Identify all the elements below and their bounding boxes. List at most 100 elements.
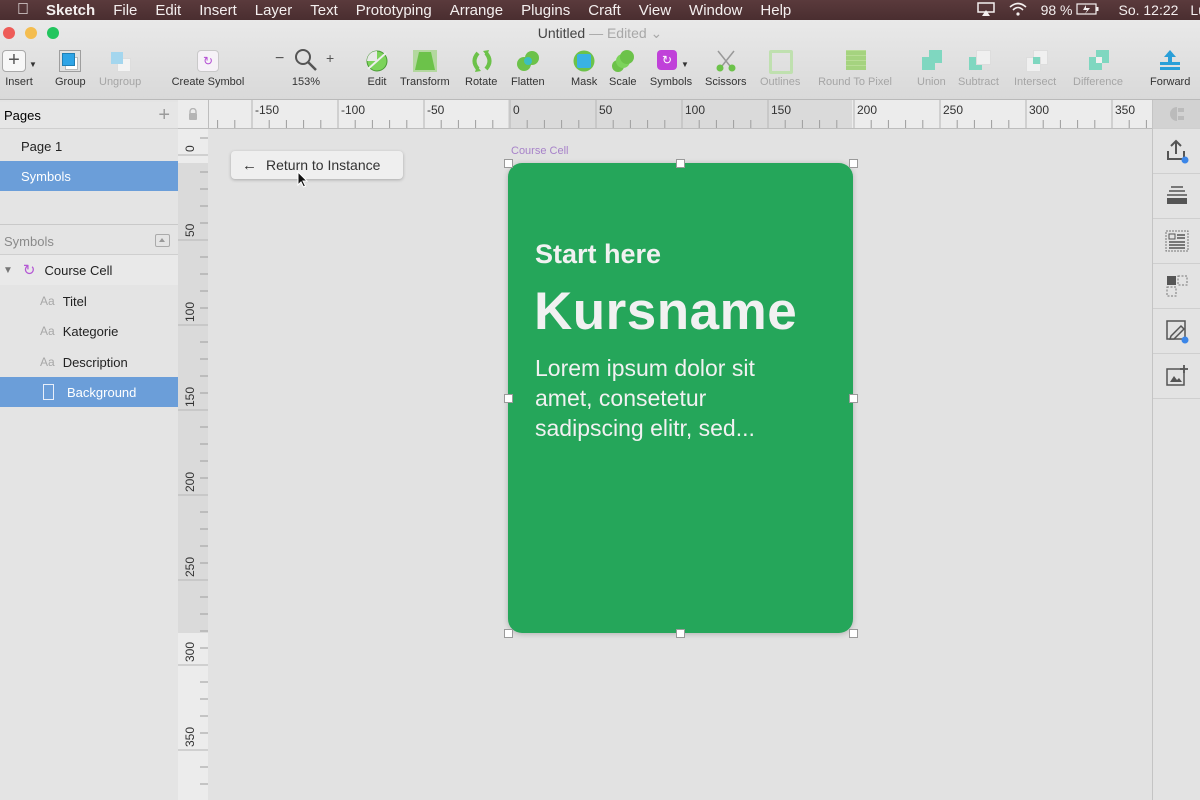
menu-craft[interactable]: Craft [588,2,621,19]
difference-button[interactable]: Difference [1073,50,1123,88]
airplay-icon[interactable] [976,1,995,19]
resize-handle-bottom[interactable] [676,629,685,638]
resize-handle-top-right[interactable] [849,159,858,168]
flatten-button[interactable]: Flatten [511,50,545,88]
zoom-in-button[interactable]: + [326,50,334,66]
panel-divider [0,224,178,225]
document-title[interactable]: Untitled — Edited ⌄ [0,25,1200,42]
layer-symbol-course-cell[interactable]: ▼ ↻ Course Cell [0,255,178,285]
menu-layer[interactable]: Layer [255,2,293,19]
page-item-symbols[interactable]: Symbols [0,161,178,191]
intersect-label: Intersect [1014,76,1057,88]
scissors-button[interactable]: Scissors [705,50,747,88]
ruler-label: 200 [183,471,197,492]
text-layout-icon[interactable] [1153,219,1200,264]
battery-icon[interactable] [1076,2,1100,18]
collapse-panel-icon[interactable] [155,234,170,247]
zoom-out-button[interactable]: − [275,50,284,68]
menu-arrange[interactable]: Arrange [450,2,503,19]
insert-label: Insert [5,76,33,88]
intersect-button[interactable]: Intersect [1014,50,1056,88]
group-button[interactable]: Group [55,50,86,88]
rotate-button[interactable]: Rotate [465,50,497,88]
ruler-label: -150 [255,103,280,117]
ruler-label: 150 [183,386,197,407]
arrow-left-icon: ← [242,156,257,174]
clock[interactable]: So. 12:22 [1118,2,1178,18]
insert-button[interactable]: + ▼ Insert [2,50,37,88]
ruler-label: -50 [427,103,445,117]
zoom-control: − + 153% [274,48,338,88]
card-kicker-text[interactable]: Start here [535,239,661,270]
forward-button[interactable]: Forward [1150,50,1190,88]
apple-menu-icon[interactable]:  [0,1,46,19]
wifi-icon[interactable] [1009,2,1027,19]
return-to-instance-button[interactable]: ← Return to Instance [231,151,403,179]
page-label: Page 1 [21,138,63,154]
artboard-title[interactable]: Course Cell [511,145,568,157]
user-menu[interactable]: Lu [1190,2,1200,18]
craft-icon[interactable] [1153,100,1200,129]
stack-icon[interactable] [1153,174,1200,219]
menu-window[interactable]: Window [689,2,742,19]
page-item-page-1[interactable]: Page 1 [0,131,178,161]
resize-handle-right[interactable] [849,394,858,403]
page-label: Symbols [21,168,71,184]
flatten-label: Flatten [511,76,545,88]
menu-edit[interactable]: Edit [155,2,181,19]
menu-text[interactable]: Text [310,2,338,19]
layer-label: Course Cell [44,262,113,278]
zoom-level[interactable]: 153% [274,76,338,88]
resize-handle-top-left[interactable] [504,159,513,168]
menu-insert[interactable]: Insert [199,2,237,19]
resize-handle-bottom-right[interactable] [849,629,858,638]
round-to-pixel-button[interactable]: Round To Pixel [815,50,895,88]
mask-button[interactable]: Mask [571,50,597,88]
subtract-button[interactable]: Subtract [958,50,999,88]
layer-item-background[interactable]: Background [0,377,178,407]
lock-icon[interactable] [188,108,198,120]
resize-handle-left[interactable] [504,394,513,403]
create-symbol-button[interactable]: ↻ Create Symbol [168,50,248,88]
forward-label: Forward [1150,76,1191,88]
resize-handle-bottom-left[interactable] [504,629,513,638]
ungroup-button[interactable]: Ungroup [99,50,141,88]
menu-view[interactable]: View [639,2,671,19]
scale-button[interactable]: Scale [609,50,637,88]
menu-file[interactable]: File [113,2,137,19]
menu-prototyping[interactable]: Prototyping [356,2,432,19]
scissors-icon [714,50,738,72]
outlines-button[interactable]: Outlines [760,50,800,88]
magnifier-icon [294,48,318,75]
text-layer-icon: Aa [40,355,55,369]
symbols-button[interactable]: ↻ ▼ Symbols [649,50,693,88]
union-button[interactable]: Union [917,50,946,88]
chevron-down-icon[interactable]: ⌄ [651,25,663,41]
course-cell-card[interactable]: Start here Kursname Lorem ipsum dolor si… [508,163,853,633]
layer-item-kategorie[interactable]: Aa Kategorie [0,316,178,346]
union-label: Union [917,76,946,88]
transform-button[interactable]: Transform [400,50,450,88]
resize-handle-top[interactable] [676,159,685,168]
add-page-button[interactable]: + [158,102,170,128]
layer-item-titel[interactable]: Aa Titel [0,286,178,316]
pages-header: Pages + [0,102,178,129]
intersect-icon [1023,50,1049,72]
vertical-ruler[interactable]: 0 50 100 150 200 250 300 350 [178,128,209,800]
edit-image-icon[interactable] [1153,309,1200,354]
disclosure-triangle-icon[interactable]: ▼ [3,265,13,276]
menu-app-sketch[interactable]: Sketch [46,2,95,19]
layer-item-description[interactable]: Aa Description [0,347,178,377]
subtract-icon [966,50,992,72]
card-title-text[interactable]: Kursname [534,281,797,342]
ruler-ticks [182,100,1147,128]
add-image-icon[interactable] [1153,354,1200,399]
export-icon[interactable] [1153,129,1200,174]
horizontal-ruler[interactable]: -150 -100 -50 0 50 100 150 200 250 300 350 [178,100,1152,129]
create-symbol-icon: ↻ [168,50,248,72]
menu-help[interactable]: Help [760,2,791,19]
card-description-text[interactable]: Lorem ipsum dolor sit amet, consetetur s… [535,353,755,443]
menu-plugins[interactable]: Plugins [521,2,570,19]
symbol-grid-icon[interactable] [1153,264,1200,309]
edit-button[interactable]: Edit [365,50,389,88]
